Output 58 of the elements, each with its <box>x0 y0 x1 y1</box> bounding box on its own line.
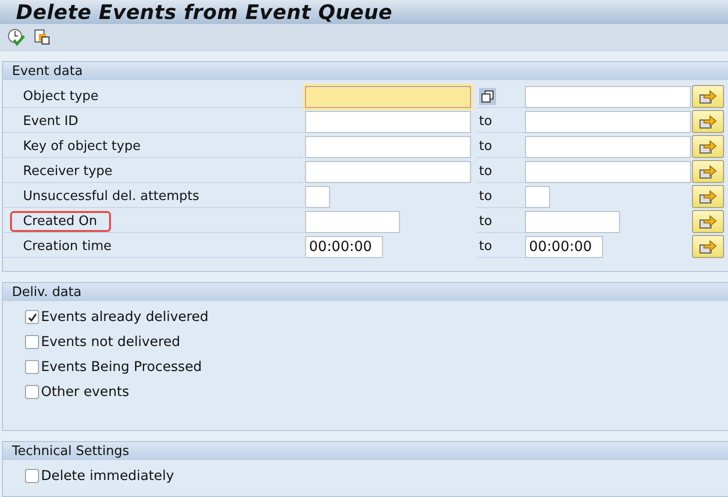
input-field[interactable] <box>305 210 400 232</box>
to-label: to <box>479 164 492 178</box>
checkbox-option[interactable]: Delete immediately <box>25 466 728 486</box>
field-label: Receiver type <box>22 162 114 180</box>
checkbox[interactable] <box>25 469 39 483</box>
arrow-icon <box>699 164 717 180</box>
to-label: to <box>479 114 492 128</box>
input-field[interactable] <box>525 210 620 232</box>
group-title: Deliv. data <box>3 283 728 301</box>
multiple-selection-button[interactable] <box>692 110 724 133</box>
arrow-icon <box>699 138 717 154</box>
arrow-icon <box>699 188 717 204</box>
multiple-selection-button[interactable] <box>692 160 724 183</box>
checkbox-option[interactable]: Events not delivered <box>25 332 728 352</box>
input-field[interactable] <box>525 86 691 108</box>
arrow-icon <box>699 88 717 104</box>
input-field[interactable] <box>525 136 691 158</box>
input-field[interactable] <box>305 110 471 132</box>
input-field[interactable] <box>525 110 691 132</box>
checkbox[interactable] <box>25 310 39 324</box>
field-label: Event ID <box>22 112 80 130</box>
multiple-selection-icon[interactable] <box>479 88 496 104</box>
multiple-selection-button[interactable] <box>692 185 724 208</box>
multiple-selection-button[interactable] <box>692 235 724 258</box>
field-label: Created On <box>12 212 110 230</box>
window-title: Delete Events from Event Queue <box>16 0 392 24</box>
arrow-icon <box>699 214 717 230</box>
to-label: to <box>479 238 492 254</box>
input-field[interactable] <box>525 160 691 182</box>
field-label: Creation time <box>22 238 113 254</box>
copy-icon[interactable] <box>32 27 52 47</box>
execute-icon[interactable] <box>6 27 26 47</box>
input-field[interactable] <box>305 86 471 108</box>
checkbox-option[interactable]: Other events <box>25 382 728 402</box>
input-field[interactable]: 00:00:00 <box>305 236 383 258</box>
input-field[interactable]: 00:00:00 <box>525 236 603 258</box>
to-label: to <box>479 188 492 204</box>
field-label: Key of object type <box>22 138 142 154</box>
group-title: Technical Settings <box>3 442 728 460</box>
multiple-selection-button[interactable] <box>692 210 724 233</box>
checkbox-option[interactable]: Events Being Processed <box>25 357 728 377</box>
to-label: to <box>479 214 492 228</box>
checkbox[interactable] <box>25 360 39 374</box>
arrow-icon <box>699 114 717 130</box>
multiple-selection-button[interactable] <box>692 85 724 108</box>
field-label: Object type <box>22 88 100 104</box>
field-label: Unsuccessful del. attempts <box>22 188 200 204</box>
input-field[interactable] <box>305 186 330 208</box>
to-label: to <box>479 138 492 154</box>
checkbox[interactable] <box>25 385 39 399</box>
input-field[interactable] <box>305 160 471 182</box>
multiple-selection-button[interactable] <box>692 135 724 158</box>
checkbox-option[interactable]: Events already delivered <box>25 307 728 327</box>
arrow-icon <box>699 238 717 254</box>
input-field[interactable] <box>305 136 471 158</box>
group-title: Event data <box>3 62 728 80</box>
checkbox[interactable] <box>25 335 39 349</box>
input-field[interactable] <box>525 186 550 208</box>
